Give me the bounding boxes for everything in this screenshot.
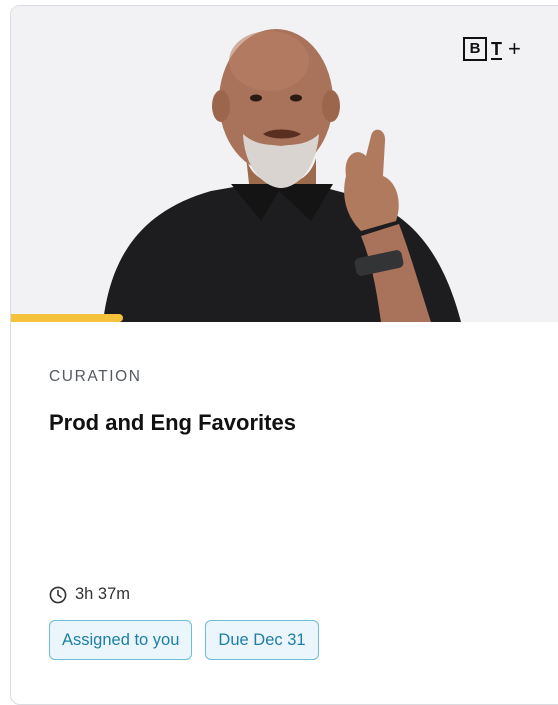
clock-icon <box>49 586 67 603</box>
logo-box-letter: B <box>463 37 487 61</box>
card-title[interactable]: Prod and Eng Favorites <box>49 410 296 436</box>
assigned-badge: Assigned to you <box>49 620 193 660</box>
logo-plus-icon: + <box>508 36 521 61</box>
logo-second-letter: T <box>491 38 502 59</box>
duration-text: 3h 37m <box>75 585 131 603</box>
duration-row: 3h 37m <box>49 585 130 604</box>
brand-logo: B T + <box>463 36 521 62</box>
content-card[interactable]: B T + CURATION Prod and Eng Favorites 3h… <box>10 5 558 705</box>
progress-fill <box>11 314 123 322</box>
category-label: CURATION <box>49 368 142 385</box>
progress-bar <box>11 314 558 322</box>
due-date-badge: Due Dec 31 <box>205 620 319 660</box>
hero-image: B T + <box>11 6 558 322</box>
badge-row: Assigned to you Due Dec 31 <box>49 620 319 660</box>
